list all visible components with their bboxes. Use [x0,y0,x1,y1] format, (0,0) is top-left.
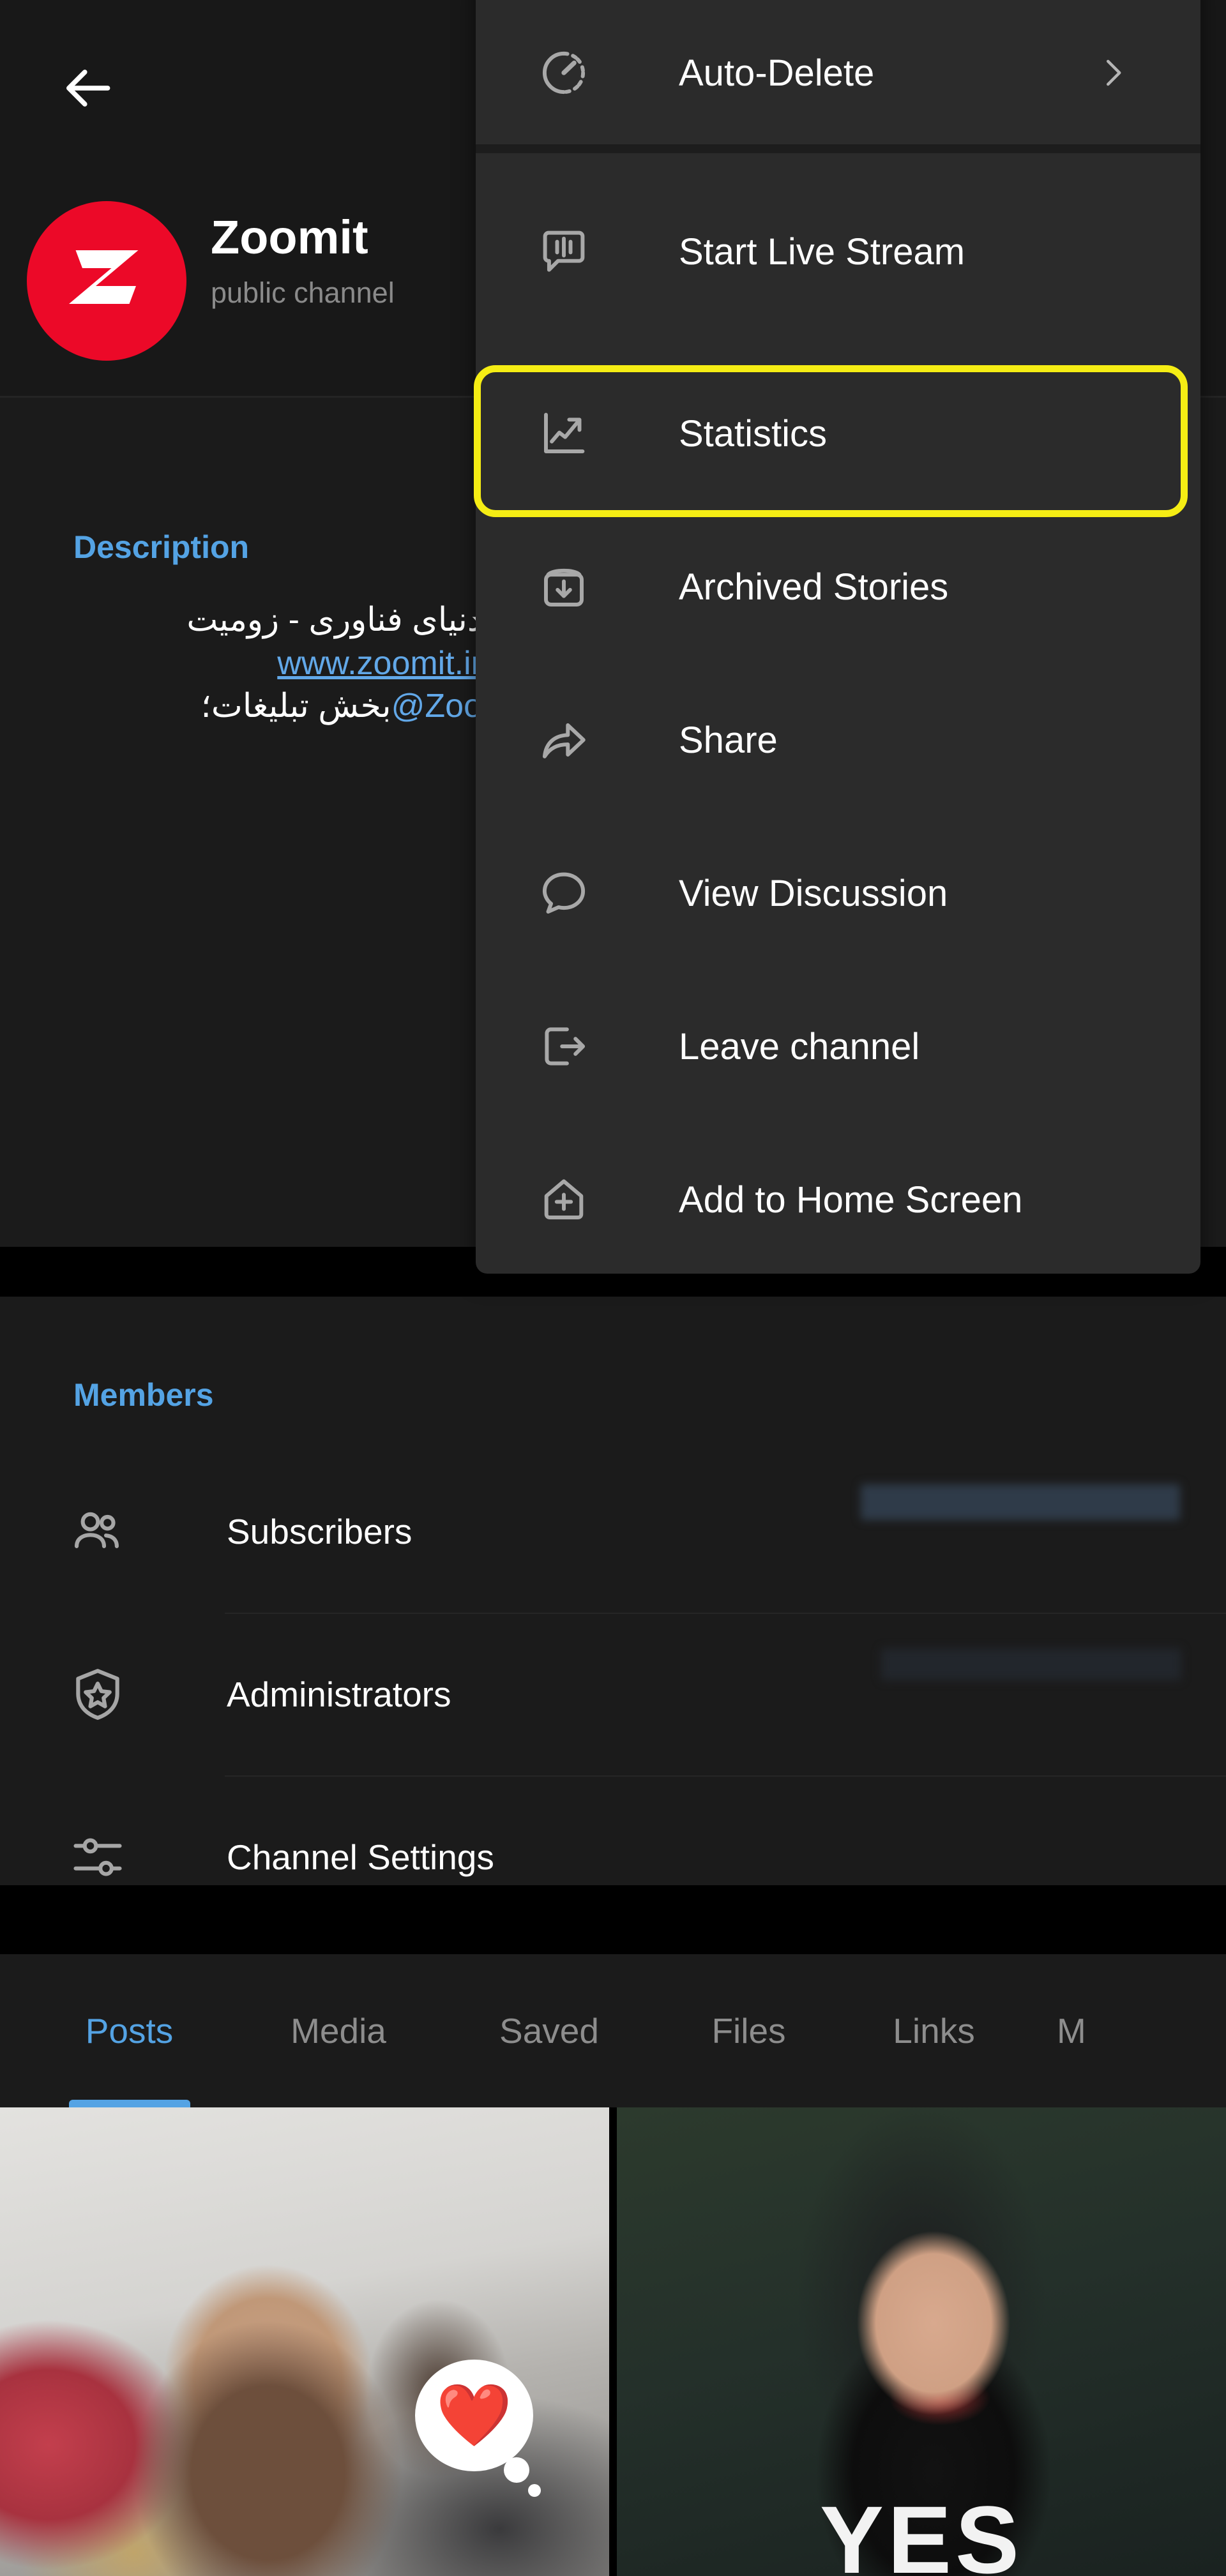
administrators-count-redacted [881,1648,1181,1680]
description-line-1: دنیای فناوری - زومیت [186,601,482,638]
tab-posts[interactable]: Posts [61,1954,198,2107]
menu-item-label: Add to Home Screen [679,1179,1023,1221]
menu-item-auto-delete[interactable]: Auto-Delete [476,0,1200,146]
list-divider [225,1613,1226,1614]
logout-icon [533,1016,594,1077]
menu-item-label: Archived Stories [679,566,949,608]
thumbnail-overlay-text: YES [819,2486,1024,2576]
context-menu: Auto-Delete Start Live Stream Statistics… [476,0,1200,1274]
live-stream-icon [533,221,594,282]
menu-item-add-to-home-screen[interactable]: Add to Home Screen [476,1127,1200,1272]
archive-down-icon [533,556,594,617]
heart-sticker-icon: ❤️ [415,2360,541,2497]
shield-star-icon [63,1659,133,1729]
heart-emoji: ❤️ [435,2381,513,2450]
sidebar-item-label: Administrators [227,1674,451,1714]
list-divider [225,1775,1226,1777]
tab-label: Files [711,2011,786,2051]
menu-item-label: Leave channel [679,1025,920,1067]
sidebar-item-subscribers[interactable]: Subscribers [0,1450,1226,1613]
menu-item-label: Auto-Delete [679,52,875,94]
tab-label: Saved [499,2011,599,2051]
tab-links[interactable]: Links [872,1954,996,2107]
comment-bubble-icon [533,862,594,924]
sidebar-item-label: Subscribers [227,1511,412,1551]
tab-active-indicator [69,2100,190,2107]
menu-item-statistics[interactable]: Statistics [476,361,1200,506]
ads-handle[interactable]: @Zoo [391,685,482,728]
menu-item-share[interactable]: Share [476,667,1200,813]
avatar[interactable] [27,201,186,361]
menu-item-view-discussion[interactable]: View Discussion [476,820,1200,966]
statistics-chart-icon [533,403,594,464]
menu-item-label: Share [679,719,778,761]
description-line-3: بخش تبلیغات؛ [201,688,391,725]
section-gap-2 [0,1885,1226,1954]
menu-divider [476,144,1200,153]
tab-label: M [1057,2011,1086,2051]
description-label: Description [73,529,250,565]
auto-delete-timer-icon [533,42,594,103]
members-section: Members Subscribers Administrators Chann… [0,1297,1226,1885]
home-plus-icon [533,1169,594,1230]
members-label: Members [73,1377,214,1413]
sliders-icon [63,1822,133,1892]
tab-media[interactable]: Media [262,1954,415,2107]
chevron-right-icon[interactable] [1093,54,1131,92]
tab-more[interactable]: M [1057,1954,1184,2107]
menu-item-leave-channel[interactable]: Leave channel [476,974,1200,1119]
media-thumbnail[interactable]: ❤️ [0,2107,609,2576]
tab-label: Posts [85,2011,174,2051]
description-body: دنیای فناوری - زومیت www.zoomit.ir @Zooب… [73,599,482,728]
back-button[interactable] [45,48,134,131]
share-arrow-icon [533,709,594,771]
tab-files[interactable]: Files [690,1954,808,2107]
sidebar-item-label: Channel Settings [227,1837,494,1877]
tab-bar: Posts Media Saved Files Links M [0,1954,1226,2107]
tab-label: Media [291,2011,386,2051]
tab-saved[interactable]: Saved [476,1954,623,2107]
sidebar-item-administrators[interactable]: Administrators [0,1613,1226,1775]
zoomit-logo-icon [51,223,163,338]
subscribers-count-redacted [861,1484,1180,1520]
menu-item-label: Statistics [679,412,828,455]
menu-item-label: Start Live Stream [679,230,965,273]
tab-label: Links [893,2011,975,2051]
menu-item-start-live-stream[interactable]: Start Live Stream [476,179,1200,324]
media-thumbnail[interactable]: YES [617,2107,1226,2576]
menu-item-label: View Discussion [679,872,948,914]
media-grid: ❤️ YES [0,2107,1226,2576]
screen-root: Zoomit public channel Description دنیای … [0,0,1226,2576]
website-link[interactable]: www.zoomit.ir [277,642,482,686]
arrow-left-icon [62,61,117,119]
menu-item-archived-stories[interactable]: Archived Stories [476,514,1200,659]
people-icon [63,1496,133,1567]
